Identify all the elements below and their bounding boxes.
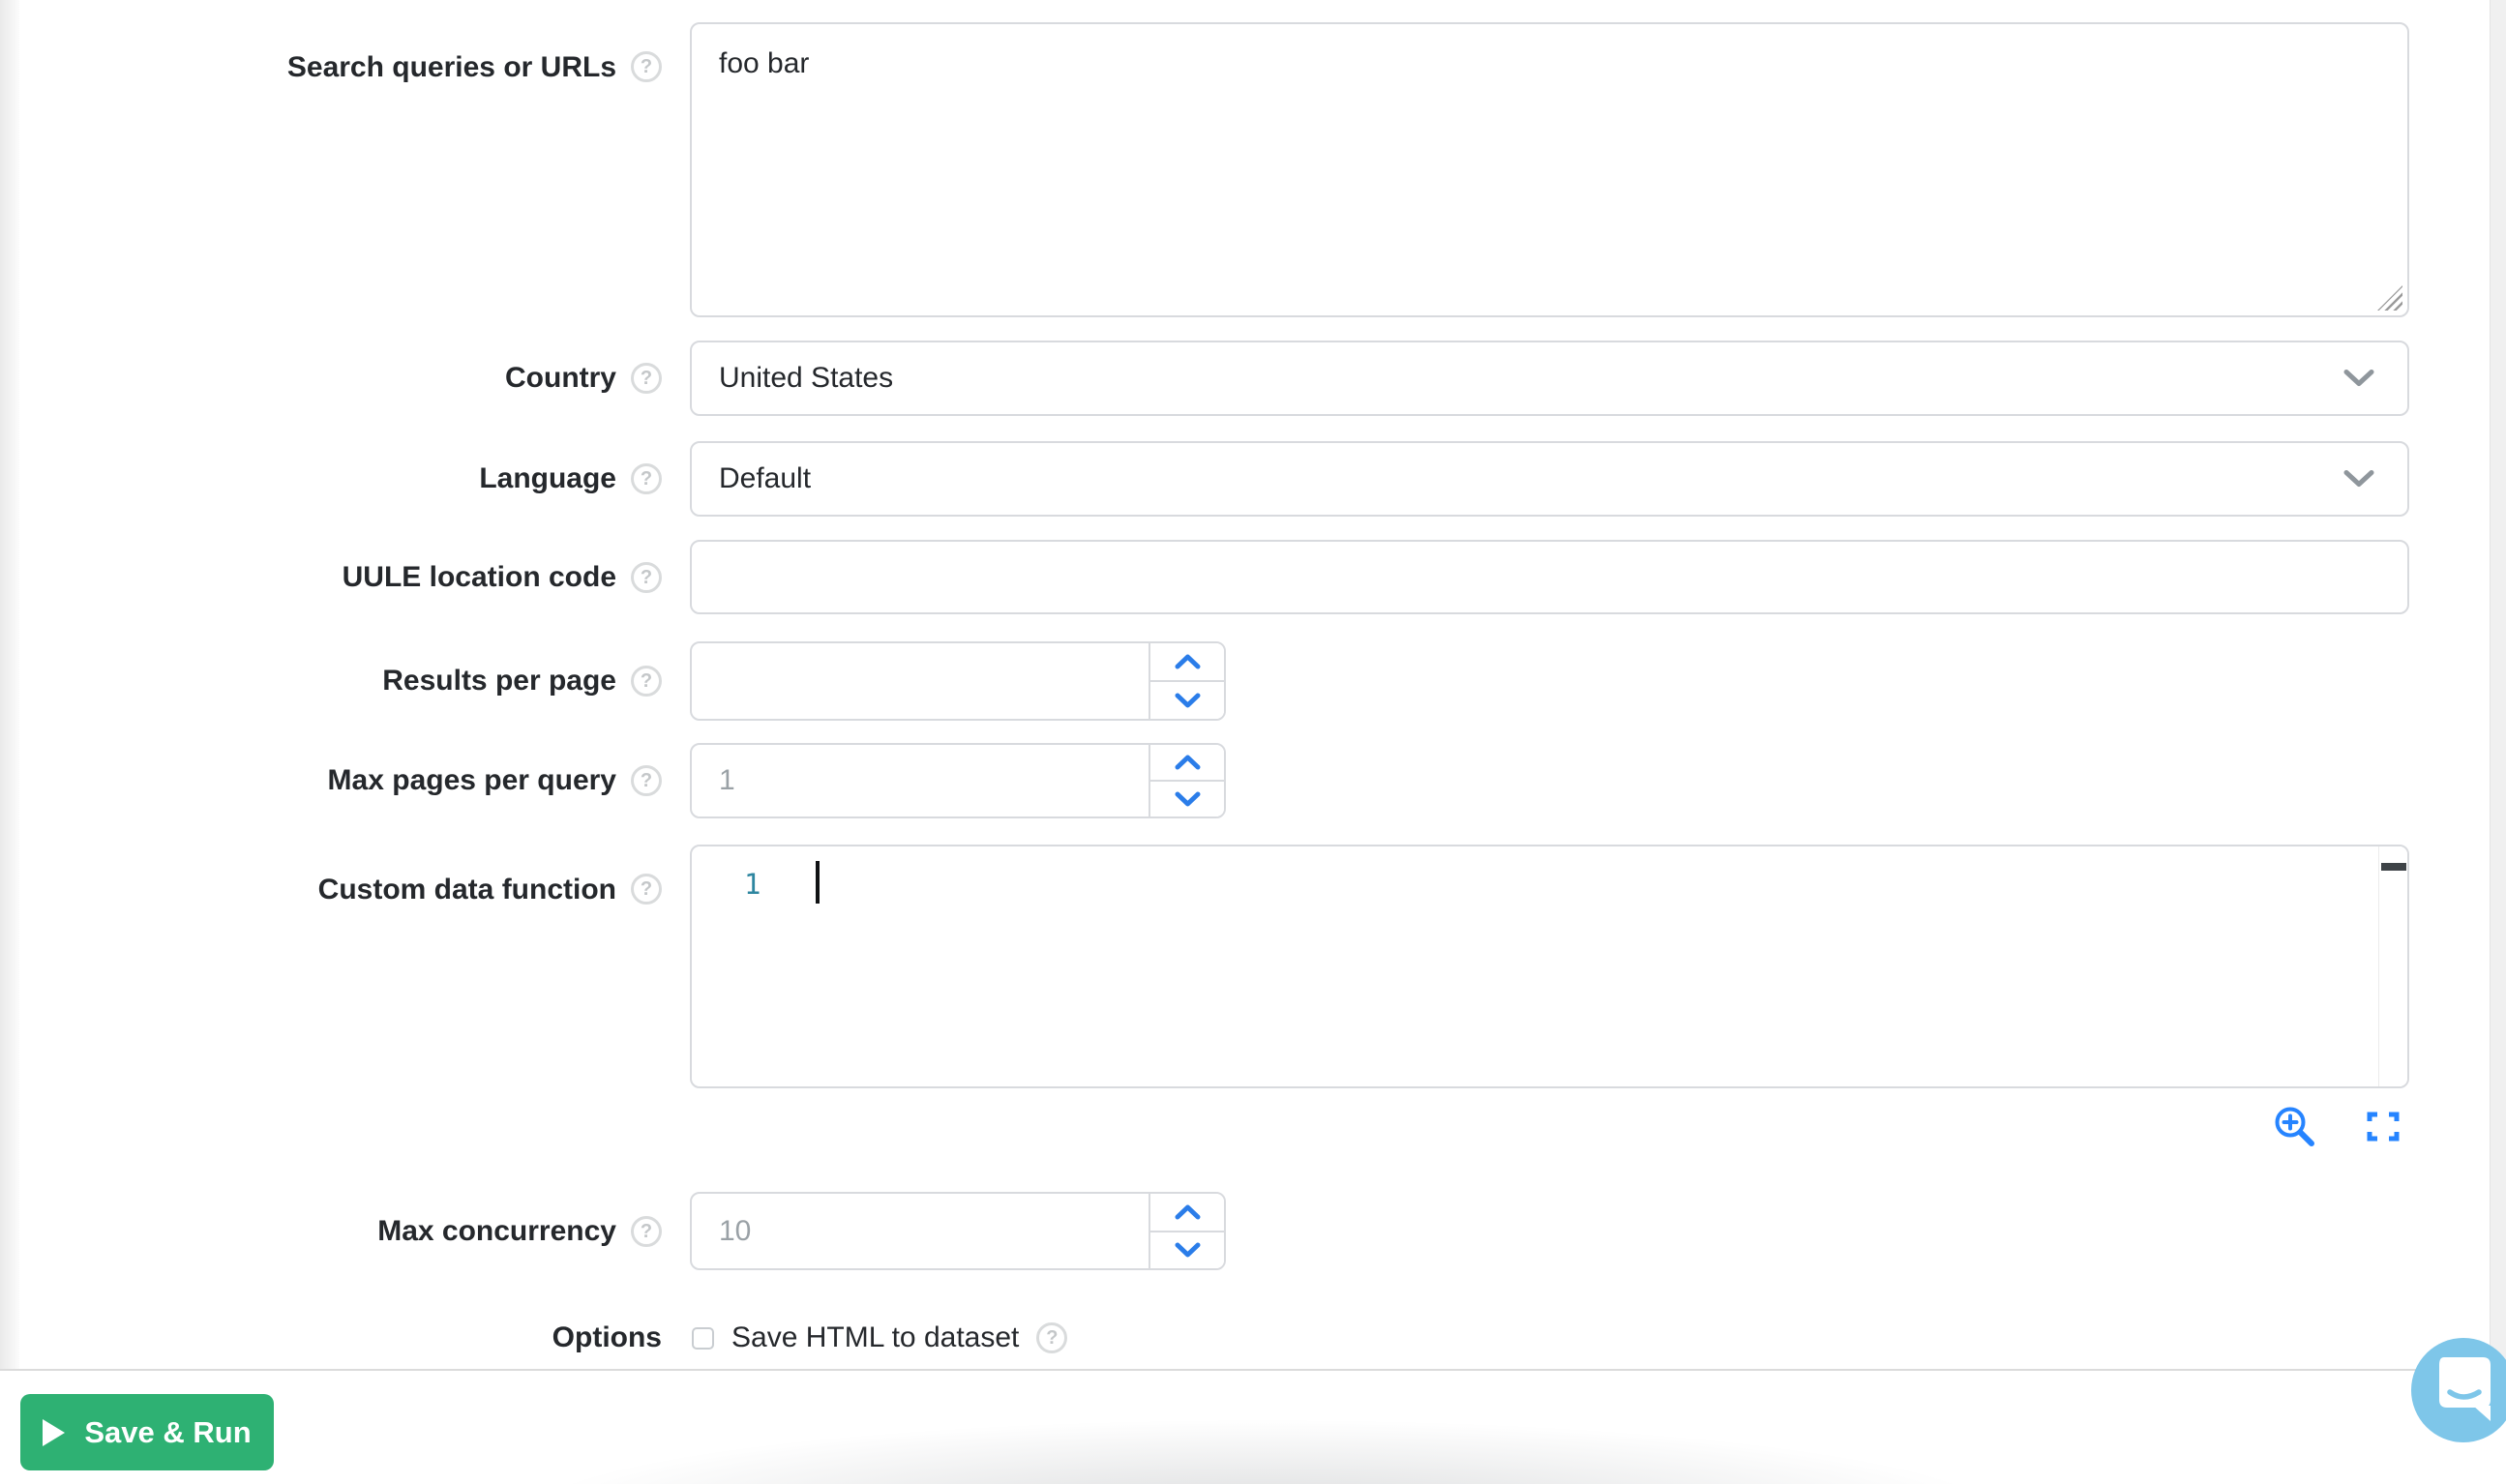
label-col: Max pages per query ? [19,743,690,818]
field-row-options: Options Save HTML to dataset ? [19,1304,2490,1372]
label-col: UULE location code ? [19,540,690,614]
input-col: Default [690,441,2409,517]
editor-scrollbar-thumb[interactable] [2381,863,2406,871]
options-label: Options [552,1321,662,1354]
stepper-up-button[interactable] [1150,643,1224,682]
chevron-down-icon [1175,1242,1201,1258]
right-gutter [2490,0,2506,1369]
number-stepper [1149,643,1224,719]
max-pages-input[interactable] [692,745,1149,816]
help-icon[interactable]: ? [1036,1322,1067,1353]
help-icon[interactable]: ? [631,874,662,905]
help-icon[interactable]: ? [631,363,662,394]
language-label: Language [479,462,616,495]
search-queries-textarea[interactable]: foo bar [690,22,2409,317]
field-row-country: Country ? United States [19,341,2490,416]
editor-scrollbar[interactable] [2378,846,2407,1086]
search-queries-label: Search queries or URLs [287,51,616,84]
input-col: United States [690,341,2409,416]
chevron-up-icon [1175,755,1201,770]
label-col: Country ? [19,341,690,416]
label-col: Options [19,1304,690,1372]
max-concurrency-number-group [690,1192,1226,1270]
left-edge-shadow [0,0,19,1369]
editor-toolbar [709,1104,2429,1148]
number-stepper [1149,1194,1224,1268]
stepper-down-button[interactable] [1150,1232,1224,1269]
custom-data-function-code-editor[interactable]: 1 [690,845,2409,1088]
field-row-max-concurrency: Max concurrency ? [19,1192,2490,1270]
results-per-page-number-group [690,641,1226,721]
input-col: foo bar [690,22,2409,317]
chevron-down-icon [1175,693,1201,708]
input-form: Search queries or URLs ? foo bar Country… [19,0,2490,1369]
input-col: 1 [690,845,2409,1088]
save-and-run-label: Save & Run [84,1415,251,1450]
help-icon[interactable]: ? [631,562,662,593]
chevron-down-icon [2343,470,2374,489]
max-concurrency-input[interactable] [692,1194,1149,1268]
input-col [690,1192,2409,1270]
field-row-search-queries: Search queries or URLs ? foo bar [19,22,2490,317]
input-col: Save HTML to dataset ? [690,1304,2409,1372]
help-icon[interactable]: ? [631,1216,662,1247]
stepper-up-button[interactable] [1150,1194,1224,1232]
fullscreen-button[interactable] [2367,1112,2400,1142]
chevron-up-icon [1175,654,1201,669]
actor-input-form-page: Search queries or URLs ? foo bar Country… [0,0,2506,1484]
save-and-run-button[interactable]: Save & Run [20,1394,274,1470]
play-icon [43,1419,65,1446]
field-row-custom-data-function: Custom data function ? 1 [19,845,2490,1088]
results-per-page-label: Results per page [382,665,616,697]
stepper-up-button[interactable] [1150,745,1224,782]
help-icon[interactable]: ? [631,765,662,796]
chevron-down-icon [2343,370,2374,388]
country-select-value: United States [719,362,893,395]
field-row-uule: UULE location code ? [19,540,2490,614]
uule-input[interactable] [690,540,2409,614]
chevron-up-icon [1175,1204,1201,1220]
input-col [690,540,2409,614]
uule-label: UULE location code [343,561,616,594]
chat-bubble-icon [2433,1355,2493,1425]
code-line-number: 1 [744,868,761,901]
custom-data-function-label: Custom data function [318,874,616,906]
language-select-value: Default [719,462,811,495]
label-col: Search queries or URLs ? [19,22,690,317]
country-label: Country [505,362,616,395]
chevron-down-icon [1175,791,1201,807]
field-row-results-per-page: Results per page ? [19,641,2490,721]
results-per-page-input[interactable] [692,643,1149,719]
label-col: Custom data function ? [19,845,690,1088]
help-icon[interactable]: ? [631,463,662,494]
stepper-down-button[interactable] [1150,782,1224,816]
text-caret [816,861,820,904]
chat-widget-button[interactable] [2411,1338,2506,1442]
magnifier-plus-icon [2272,1104,2316,1148]
save-html-option: Save HTML to dataset ? [690,1304,2409,1372]
country-select[interactable]: United States [690,341,2409,416]
max-pages-label: Max pages per query [328,764,616,797]
help-icon[interactable]: ? [631,51,662,82]
max-concurrency-label: Max concurrency [377,1215,616,1248]
save-html-checkbox-label[interactable]: Save HTML to dataset [731,1321,1019,1354]
search-queries-textarea-wrap: foo bar [690,22,2409,317]
form-footer: Save & Run [0,1369,2506,1484]
save-html-checkbox[interactable] [692,1327,714,1350]
help-icon[interactable]: ? [631,666,662,697]
language-select[interactable]: Default [690,441,2409,517]
fullscreen-expand-icon [2367,1112,2400,1142]
field-row-language: Language ? Default [19,441,2490,517]
max-pages-number-group [690,743,1226,818]
input-col [690,641,2409,721]
label-col: Max concurrency ? [19,1192,690,1270]
input-col [690,743,2409,818]
stepper-down-button[interactable] [1150,682,1224,719]
field-row-max-pages: Max pages per query ? [19,743,2490,818]
label-col: Language ? [19,441,690,517]
zoom-in-button[interactable] [2272,1104,2316,1148]
number-stepper [1149,745,1224,816]
label-col: Results per page ? [19,641,690,721]
